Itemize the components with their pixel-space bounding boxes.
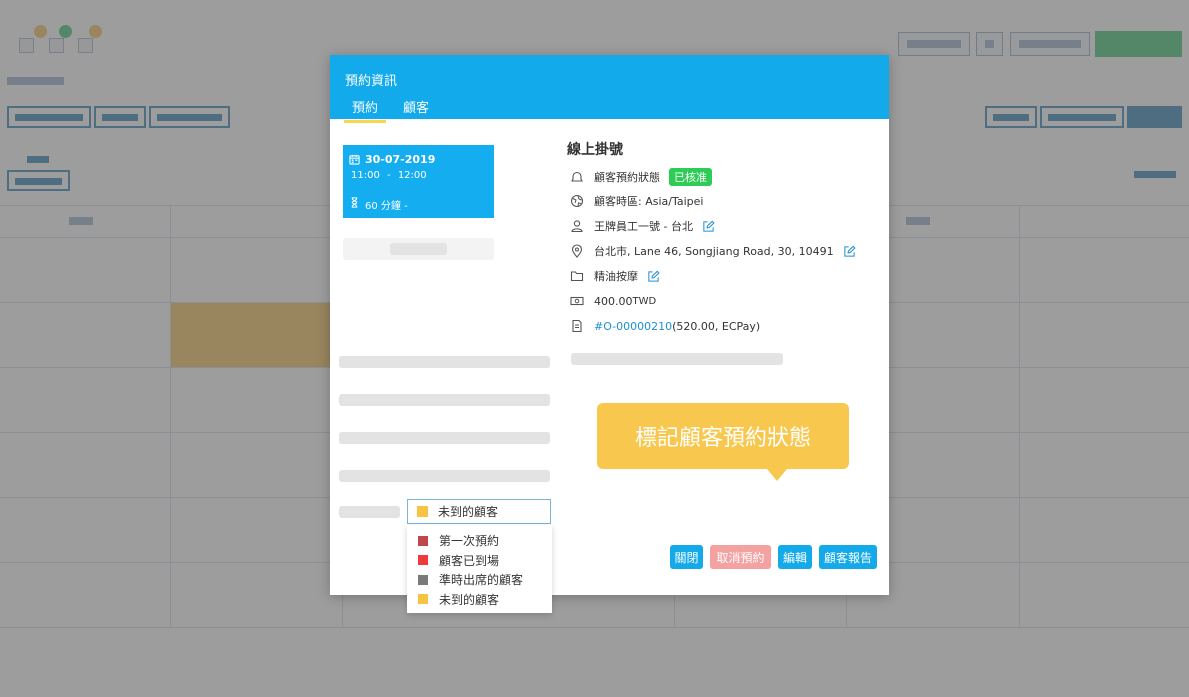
status-option-first-visit[interactable]: 第一次預約 [407,531,552,551]
time-separator: - [387,170,391,181]
service-row: 精油按摩 [570,268,660,284]
money-icon [570,294,584,308]
status-select-value: 未到的顧客 [438,505,499,519]
staff-text: 王牌員工一號 - 台北 [594,220,693,233]
customer-report-button[interactable]: 顧客報告 [819,545,877,569]
placeholder-bar [571,353,783,365]
bell-icon [570,170,584,184]
cancel-appointment-button[interactable]: 取消預約 [710,545,771,569]
address-row: 台北市, Lane 46, Songjiang Road, 30, 10491 [570,243,856,259]
order-link[interactable]: #O-00000210 [594,320,672,333]
tab-appointment[interactable]: 預約 [344,97,387,123]
user-icon [570,219,584,233]
appointment-duration: 60 分鐘 - [365,201,408,212]
staff-row: 王牌員工一號 - 台北 [570,218,715,234]
status-color-swatch [418,594,428,605]
edit-address-icon[interactable] [843,245,856,258]
placeholder-bar [339,356,550,368]
folder-icon [570,269,584,283]
order-row: #O-00000210 (520.00, ECPay) [570,318,760,334]
service-title: 線上掛號 [567,142,623,158]
customer-status-select[interactable]: 未到的顧客 [407,499,551,524]
status-color-swatch [418,574,428,585]
order-detail: (520.00, ECPay) [672,319,761,333]
status-option-no-show[interactable]: 未到的顧客 [407,590,552,610]
status-option-label: 準時出席的顧客 [439,573,524,588]
receipt-icon [570,319,584,333]
price-amount: 400.00 [594,294,633,308]
price-currency: TWD [632,295,657,307]
status-option-label: 未到的顧客 [439,592,500,607]
time-start: 11:00 [351,170,380,181]
status-option-label: 第一次預約 [439,534,500,549]
status-color-swatch [418,555,428,566]
placeholder-bar [339,470,550,482]
appointment-modal: 預約資訊 預約 顧客 30-07-2019 11:00 - 12:00 60 分… [330,55,889,595]
placeholder-bar [390,243,447,255]
location-pin-icon [570,244,584,258]
status-label: 顧客預約狀態 [594,171,660,184]
timezone-text: 顧客時區: Asia/Taipei [594,195,704,208]
appointment-time: 11:00 - 12:00 [351,170,427,181]
status-color-swatch [418,535,428,546]
price-row: 400.00 TWD [570,293,656,309]
status-option-arrived[interactable]: 顧客已到場 [407,551,552,571]
modal-title: 預約資訊 [345,74,398,89]
status-option-label: 顧客已到場 [439,553,500,568]
edit-button[interactable]: 編輯 [778,545,812,569]
time-end: 12:00 [397,170,427,181]
address-text: 台北市, Lane 46, Songjiang Road, 30, 10491 [594,245,834,258]
status-badge: 已核准 [669,168,712,186]
status-tooltip: 標記顧客預約狀態 [597,403,849,481]
status-color-swatch [417,506,428,517]
appointment-date: 30-07-2019 [365,153,436,166]
modal-header: 預約資訊 預約 顧客 [330,55,889,123]
hourglass-icon [351,197,358,208]
calendar-icon [349,154,360,165]
timezone-row: 顧客時區: Asia/Taipei [570,193,703,209]
placeholder-bar [339,506,400,518]
placeholder-bar [339,394,550,406]
edit-staff-icon[interactable] [702,220,715,233]
appointment-date-card: 30-07-2019 11:00 - 12:00 60 分鐘 - [343,145,494,218]
service-text: 精油按摩 [594,270,638,283]
close-button[interactable]: 關閉 [670,545,703,569]
placeholder-bar [339,432,550,444]
globe-icon [570,194,584,208]
tab-customer[interactable]: 顧客 [403,97,429,120]
status-dropdown-menu: 第一次預約 顧客已到場 準時出席的顧客 未到的顧客 [407,525,552,613]
status-option-on-time[interactable]: 準時出席的顧客 [407,570,552,590]
edit-service-icon[interactable] [647,270,660,283]
status-row: 顧客預約狀態 已核准 [570,168,712,186]
